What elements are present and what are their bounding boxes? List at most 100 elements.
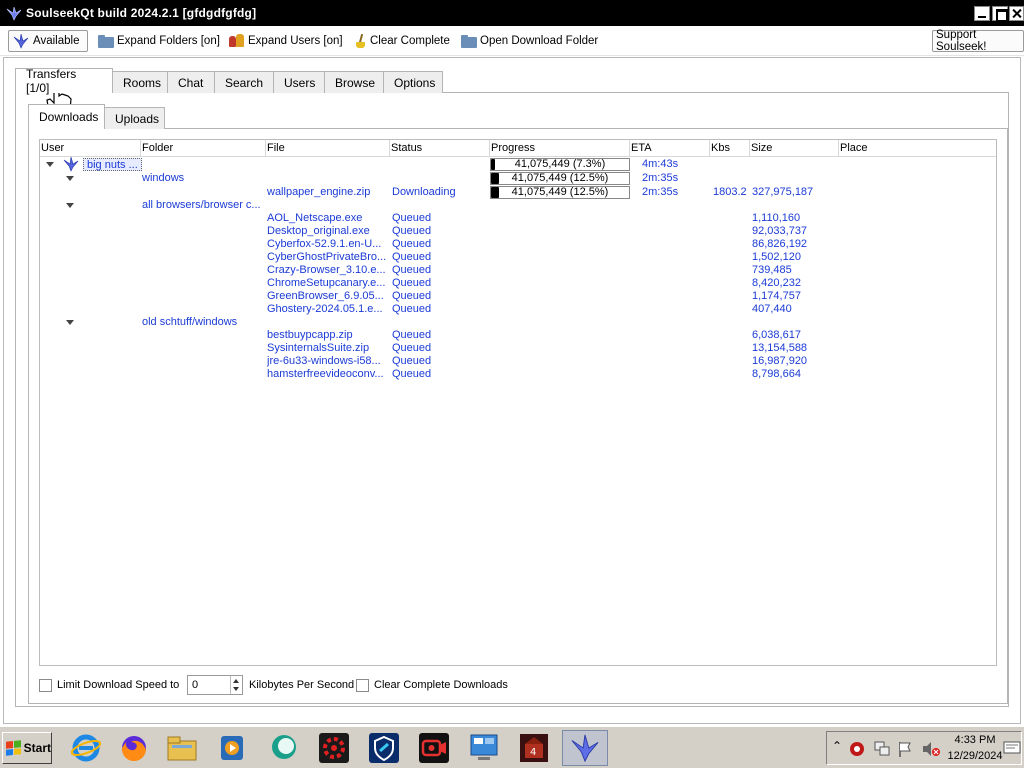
status-label: Available	[33, 35, 80, 47]
size-cell: 86,826,192	[752, 238, 808, 250]
table-row[interactable]: ChromeSetupcanary.e... Queued 8,420,232	[40, 277, 996, 290]
media-player-icon[interactable]	[210, 730, 254, 766]
spin-arrows-icon[interactable]	[230, 676, 242, 694]
soulseek-bird-icon	[63, 156, 79, 172]
tab-rooms[interactable]: Rooms	[112, 71, 168, 93]
column-eta[interactable]: ETA	[630, 140, 710, 156]
expand-users-button[interactable]: Expand Users [on]	[226, 30, 346, 52]
user-name[interactable]: big nuts ...	[83, 158, 142, 171]
column-status[interactable]: Status	[390, 140, 490, 156]
tab-downloads[interactable]: Downloads	[28, 104, 105, 129]
column-user[interactable]: User	[40, 140, 141, 156]
clock-date[interactable]: 12/29/2024	[945, 750, 1005, 762]
tab-uploads[interactable]: Uploads	[104, 107, 165, 129]
settings-gear-icon[interactable]	[312, 730, 356, 766]
tab-transfers[interactable]: Transfers [1/0]	[15, 67, 113, 95]
shield-icon[interactable]	[362, 730, 406, 766]
kbs-cell: 1803.2	[713, 186, 747, 198]
clock-time[interactable]: 4:33 PM	[950, 734, 1000, 746]
support-soulseek-button[interactable]: Support Soulseek!	[932, 29, 1024, 53]
column-file[interactable]: File	[266, 140, 390, 156]
table-row[interactable]: GreenBrowser_6.9.05... Queued 1,174,757	[40, 290, 996, 303]
size-cell: 407,440	[752, 303, 792, 315]
tab-users[interactable]: Users	[273, 71, 325, 93]
table-row[interactable]: bestbuypcapp.zip Queued 6,038,617	[40, 329, 996, 342]
file-name: ChromeSetupcanary.e...	[267, 277, 386, 289]
tab-browse[interactable]: Browse	[324, 71, 384, 93]
game-app-icon[interactable]: 4	[512, 730, 556, 766]
table-row[interactable]: wallpaper_engine.zip Downloading 41,075,…	[40, 186, 996, 199]
file-name: SysinternalsSuite.zip	[267, 342, 370, 354]
table-row-user[interactable]: big nuts ... 41,075,449 (7.3%) 4m:43s	[40, 156, 996, 172]
size-cell: 16,987,920	[752, 355, 808, 367]
collapse-arrow-icon[interactable]	[66, 203, 74, 208]
close-button[interactable]	[1009, 6, 1024, 21]
status-button[interactable]: Available	[8, 30, 88, 52]
tab-options[interactable]: Options	[383, 71, 443, 93]
downloads-table[interactable]: User Folder File Status Progress ETA Kbs…	[39, 139, 997, 666]
file-name: GreenBrowser_6.9.05...	[267, 290, 384, 302]
chevron-up-icon[interactable]: ⌃	[832, 739, 842, 753]
expand-users-label: Expand Users [on]	[248, 35, 343, 47]
table-row[interactable]: AOL_Netscape.exe Queued 1,110,160	[40, 212, 996, 225]
flag-icon[interactable]	[897, 740, 913, 758]
table-row-folder[interactable]: old schtuff/windows	[40, 316, 996, 329]
column-size[interactable]: Size	[750, 140, 839, 156]
table-row-folder[interactable]: all browsers/browser c...	[40, 199, 996, 212]
support-label: Support Soulseek!	[936, 29, 987, 53]
table-row-folder[interactable]: windows 41,075,449 (12.5%) 2m:35s	[40, 172, 996, 185]
chat-bubble-icon[interactable]	[262, 730, 306, 766]
table-row[interactable]: Cyberfox-52.9.1.en-U... Queued 86,826,192	[40, 238, 996, 251]
column-place[interactable]: Place	[839, 140, 996, 156]
network-icon[interactable]	[873, 740, 891, 758]
table-row[interactable]: CyberGhostPrivateBro... Queued 1,502,120	[40, 251, 996, 264]
column-progress[interactable]: Progress	[490, 140, 630, 156]
status-cell: Queued	[392, 303, 432, 315]
screen-recorder-icon[interactable]	[412, 730, 456, 766]
file-explorer-icon[interactable]	[160, 730, 204, 766]
start-button[interactable]: Start	[2, 732, 52, 764]
start-label: Start	[23, 741, 51, 755]
notification-icon[interactable]	[1003, 740, 1021, 756]
collapse-arrow-icon[interactable]	[66, 320, 74, 325]
table-row[interactable]: jre-6u33-windows-i58... Queued 16,987,920	[40, 355, 996, 368]
firefox-icon[interactable]	[112, 730, 156, 766]
download-speed-spinbox[interactable]: 0	[187, 675, 243, 695]
soulseek-icon[interactable]	[562, 730, 608, 766]
tab-chat[interactable]: Chat	[167, 71, 215, 93]
limit-download-speed-control[interactable]: Limit Download Speed to	[39, 675, 179, 695]
table-row[interactable]: SysinternalsSuite.zip Queued 13,154,588	[40, 342, 996, 355]
status-cell: Queued	[392, 277, 432, 289]
file-name: AOL_Netscape.exe	[267, 212, 363, 224]
column-folder[interactable]: Folder	[141, 140, 266, 156]
antivirus-icon[interactable]	[849, 741, 865, 757]
column-kbs[interactable]: Kbs	[710, 140, 750, 156]
download-speed-value[interactable]: 0	[192, 679, 198, 691]
maximize-button[interactable]	[992, 6, 1008, 22]
expand-folders-button[interactable]: Expand Folders [on]	[95, 30, 223, 52]
soulseek-bird-icon	[6, 6, 22, 21]
internet-explorer-icon[interactable]	[64, 730, 108, 766]
folder-name: old schtuff/windows	[142, 316, 238, 328]
toolbar: Available Expand Folders [on] Expand Use…	[0, 26, 1024, 56]
limit-download-speed-checkbox[interactable]	[39, 678, 52, 692]
table-header: User Folder File Status Progress ETA Kbs…	[40, 140, 996, 157]
main-tabs: Transfers [1/0] Rooms Chat Search Users …	[15, 67, 443, 95]
file-name: Ghostery-2024.05.1.e...	[267, 303, 383, 315]
users-icon	[229, 34, 245, 48]
table-row[interactable]: Ghostery-2024.05.1.e... Queued 407,440	[40, 303, 996, 316]
clear-complete-downloads-control[interactable]: Clear Complete Downloads	[356, 675, 508, 695]
clear-complete-downloads-checkbox[interactable]	[356, 678, 369, 692]
collapse-arrow-icon[interactable]	[66, 176, 74, 181]
table-row[interactable]: hamsterfreevideoconv... Queued 8,798,664	[40, 368, 996, 381]
collapse-arrow-icon[interactable]	[46, 162, 54, 167]
table-row[interactable]: Crazy-Browser_3.10.e... Queued 739,485	[40, 264, 996, 277]
minimize-button[interactable]	[974, 6, 990, 21]
clear-complete-button[interactable]: Clear Complete	[352, 30, 453, 52]
tab-search[interactable]: Search	[214, 71, 274, 93]
table-row[interactable]: Desktop_original.exe Queued 92,033,737	[40, 225, 996, 238]
open-download-folder-button[interactable]: Open Download Folder	[458, 30, 601, 52]
volume-muted-icon[interactable]	[921, 740, 941, 758]
open-download-folder-label: Open Download Folder	[480, 35, 599, 47]
system-monitor-icon[interactable]	[462, 730, 506, 766]
